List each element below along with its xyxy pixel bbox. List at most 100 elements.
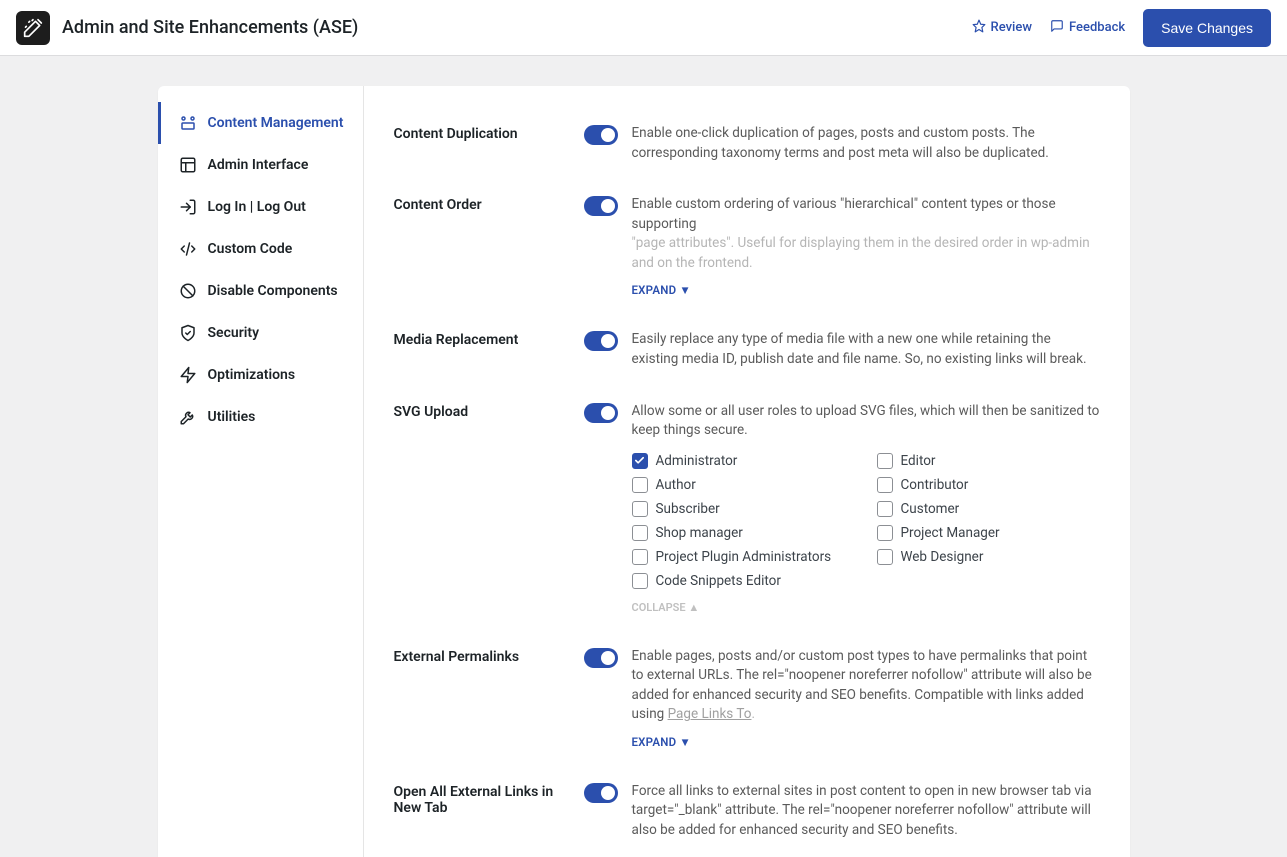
setting-title: External Permalinks [394, 647, 562, 750]
toggle-media-replacement[interactable] [584, 331, 618, 351]
setting-desc: Enable pages, posts and/or custom post t… [632, 647, 1100, 725]
sidebar-item-security[interactable]: Security [158, 312, 363, 354]
role-label: Code Snippets Editor [656, 573, 781, 589]
sidebar-item-label: Disable Components [208, 283, 338, 299]
sidebar-item-label: Utilities [208, 409, 256, 425]
settings-panel: Content Management Admin Interface Log I… [158, 86, 1130, 857]
code-icon [179, 240, 197, 258]
setting-title: Content Duplication [394, 124, 562, 163]
toggle-open-external-links[interactable] [584, 783, 618, 803]
save-button[interactable]: Save Changes [1143, 9, 1271, 47]
role-item: Code Snippets Editor [632, 573, 855, 589]
sidebar-item-disable-components[interactable]: Disable Components [158, 270, 363, 312]
sidebar-item-label: Content Management [208, 115, 344, 131]
role-item: Subscriber [632, 501, 855, 517]
role-label: Contributor [901, 477, 969, 493]
sidebar-item-utilities[interactable]: Utilities [158, 396, 363, 438]
layout-icon [179, 156, 197, 174]
toggle-svg-upload[interactable] [584, 403, 618, 423]
login-icon [179, 198, 197, 216]
setting-desc: Enable one-click duplication of pages, p… [632, 124, 1100, 163]
toggle-external-permalinks[interactable] [584, 648, 618, 668]
tools-icon [179, 408, 197, 426]
role-item: Customer [877, 501, 1100, 517]
topbar-left: Admin and Site Enhancements (ASE) [16, 11, 358, 45]
setting-external-permalinks: External Permalinks Enable pages, posts … [394, 631, 1100, 766]
bolt-icon [179, 366, 197, 384]
role-label: Project Manager [901, 525, 1000, 541]
review-link[interactable]: Review [972, 19, 1032, 37]
role-label: Web Designer [901, 549, 984, 565]
setting-desc: Allow some or all user roles to upload S… [632, 402, 1100, 441]
role-item: Shop manager [632, 525, 855, 541]
setting-desc: Easily replace any type of media file wi… [632, 330, 1100, 369]
review-label: Review [991, 20, 1032, 35]
ban-icon [179, 282, 197, 300]
role-label: Project Plugin Administrators [656, 549, 832, 565]
sidebar: Content Management Admin Interface Log I… [158, 86, 364, 857]
content-icon [179, 114, 197, 132]
setting-content-duplication: Content Duplication Enable one-click dup… [394, 108, 1100, 179]
role-item: Web Designer [877, 549, 1100, 565]
role-checkbox[interactable] [632, 525, 648, 541]
role-label: Editor [901, 453, 936, 469]
comment-icon [1050, 19, 1064, 37]
role-item: Project Plugin Administrators [632, 549, 855, 565]
role-checkbox[interactable] [632, 549, 648, 565]
setting-title: Content Order [394, 195, 562, 298]
expand-button[interactable]: EXPAND ▼ [632, 735, 691, 749]
sidebar-item-content-management[interactable]: Content Management [158, 102, 363, 144]
roles-grid: Administrator Editor Author Contributor Subs… [632, 453, 1100, 589]
role-checkbox[interactable] [877, 525, 893, 541]
sidebar-item-admin-interface[interactable]: Admin Interface [158, 144, 363, 186]
toggle-content-order[interactable] [584, 196, 618, 216]
role-checkbox[interactable] [877, 501, 893, 517]
role-checkbox[interactable] [632, 573, 648, 589]
role-checkbox[interactable] [632, 477, 648, 493]
feedback-link[interactable]: Feedback [1050, 19, 1125, 37]
sidebar-item-label: Log In | Log Out [208, 199, 306, 215]
feedback-label: Feedback [1069, 20, 1125, 35]
role-item: Administrator [632, 453, 855, 469]
sidebar-item-label: Optimizations [208, 367, 296, 383]
page-title: Admin and Site Enhancements (ASE) [62, 17, 358, 38]
role-checkbox[interactable] [632, 453, 648, 469]
app-logo-icon [16, 11, 50, 45]
sidebar-item-label: Admin Interface [208, 157, 309, 173]
setting-title: Media Replacement [394, 330, 562, 369]
role-checkbox[interactable] [877, 549, 893, 565]
role-label: Shop manager [656, 525, 743, 541]
role-checkbox[interactable] [877, 453, 893, 469]
sidebar-item-optimizations[interactable]: Optimizations [158, 354, 363, 396]
setting-desc: Enable custom ordering of various "hiera… [632, 195, 1100, 273]
setting-desc: Force all links to external sites in pos… [632, 782, 1100, 841]
role-item: Editor [877, 453, 1100, 469]
setting-title: Open All External Links in New Tab [394, 782, 562, 841]
settings-content: Content Duplication Enable one-click dup… [364, 86, 1130, 857]
setting-title: SVG Upload [394, 402, 562, 615]
sidebar-item-label: Custom Code [208, 241, 293, 257]
role-label: Subscriber [656, 501, 720, 517]
role-item: Project Manager [877, 525, 1100, 541]
sidebar-item-login-logout[interactable]: Log In | Log Out [158, 186, 363, 228]
sidebar-item-custom-code[interactable]: Custom Code [158, 228, 363, 270]
topbar-right: Review Feedback Save Changes [972, 9, 1271, 47]
collapse-button[interactable]: COLLAPSE ▲ [632, 601, 700, 614]
role-item: Author [632, 477, 855, 493]
setting-open-external-links: Open All External Links in New Tab Force… [394, 766, 1100, 857]
star-icon [972, 19, 986, 37]
role-item: Contributor [877, 477, 1100, 493]
role-checkbox[interactable] [632, 501, 648, 517]
role-label: Author [656, 477, 696, 493]
toggle-content-duplication[interactable] [584, 125, 618, 145]
top-bar: Admin and Site Enhancements (ASE) Review… [0, 0, 1287, 56]
setting-media-replacement: Media Replacement Easily replace any typ… [394, 314, 1100, 385]
expand-button[interactable]: EXPAND ▼ [632, 283, 691, 297]
sidebar-item-label: Security [208, 325, 260, 341]
role-label: Customer [901, 501, 960, 517]
setting-content-order: Content Order Enable custom ordering of … [394, 179, 1100, 314]
role-checkbox[interactable] [877, 477, 893, 493]
setting-svg-upload: SVG Upload Allow some or all user roles … [394, 386, 1100, 631]
shield-icon [179, 324, 197, 342]
role-label: Administrator [656, 453, 738, 469]
